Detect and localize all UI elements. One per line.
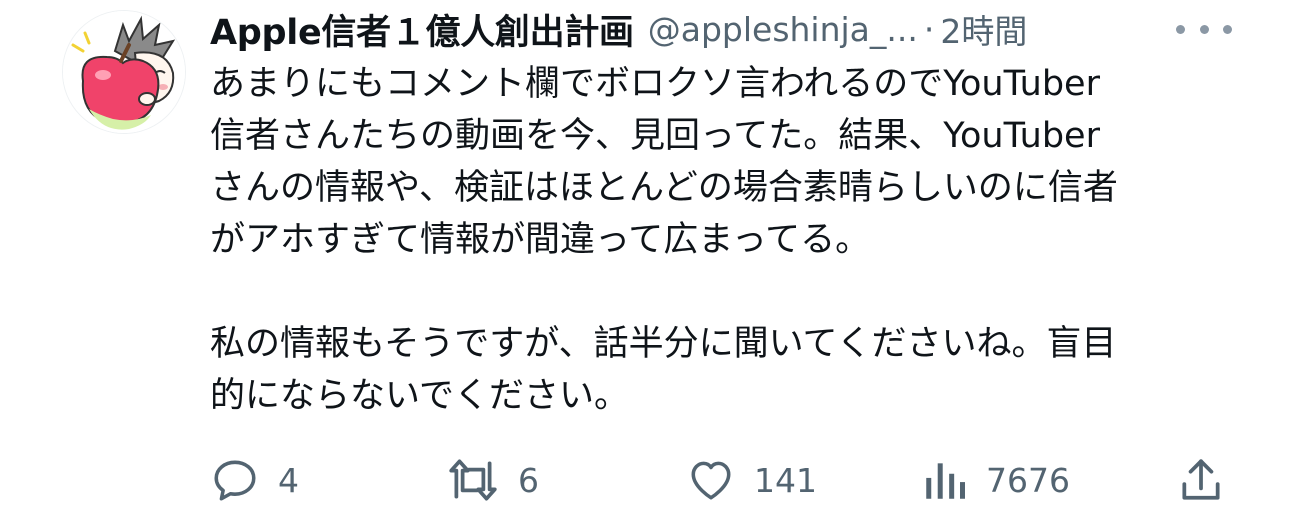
more-dot-icon xyxy=(1223,24,1232,34)
share-icon xyxy=(1182,459,1220,500)
tweet-text-line: あまりにもコメント欄でボロクソ言われるのでYouTuber xyxy=(210,64,1100,104)
retweet-button[interactable]: 6 xyxy=(446,450,539,510)
timestamp[interactable]: 2時間 xyxy=(940,5,1027,53)
tweet: Apple信者１億人創出計画 @appleshinja_... · 2時間 あま… xyxy=(0,0,1290,520)
tweet-text-line: さんの情報や、検証はほとんどの場合素晴らしいのに信者 xyxy=(210,168,1118,208)
retweet-count: 6 xyxy=(518,460,539,500)
retweet-icon xyxy=(449,459,497,501)
more-dot-icon xyxy=(1176,24,1185,34)
display-name[interactable]: Apple信者１億人創出計画 xyxy=(210,4,634,55)
tweet-header: Apple信者１億人創出計画 @appleshinja_... · 2時間 xyxy=(210,2,1240,56)
tweet-text-line: 的にならないでください。 xyxy=(210,376,629,416)
reply-icon xyxy=(214,460,256,501)
action-bar: 4 6 141 7676 xyxy=(0,450,1290,510)
like-button[interactable]: 141 xyxy=(686,450,817,510)
heart-icon xyxy=(691,461,731,500)
separator-dot: · xyxy=(923,9,935,49)
avatar[interactable] xyxy=(62,10,186,134)
views-chart-icon xyxy=(926,463,965,499)
reply-count: 4 xyxy=(278,460,299,500)
reply-button[interactable]: 4 xyxy=(210,450,299,510)
like-count: 141 xyxy=(754,460,817,500)
views-button[interactable]: 7676 xyxy=(922,450,1070,510)
tweet-text-line: 信者さんたちの動画を今、見回ってた。結果、YouTuber xyxy=(210,116,1100,156)
more-dot-icon xyxy=(1199,24,1209,34)
share-button[interactable] xyxy=(1176,450,1226,510)
tweet-text: あまりにもコメント欄でボロクソ言われるのでYouTuber 信者さんたちの動画を… xyxy=(210,58,1270,422)
views-count: 7676 xyxy=(986,460,1070,500)
more-options-button[interactable] xyxy=(1176,14,1232,44)
tweet-text-line: がアホすぎて情報が間違って広まってる。 xyxy=(210,220,871,260)
apple-mascot-avatar-image xyxy=(63,11,185,133)
user-handle[interactable]: @appleshinja_... xyxy=(648,10,918,49)
tweet-text-line: 私の情報もそうですが、話半分に聞いてくださいね。盲目 xyxy=(210,324,1117,364)
